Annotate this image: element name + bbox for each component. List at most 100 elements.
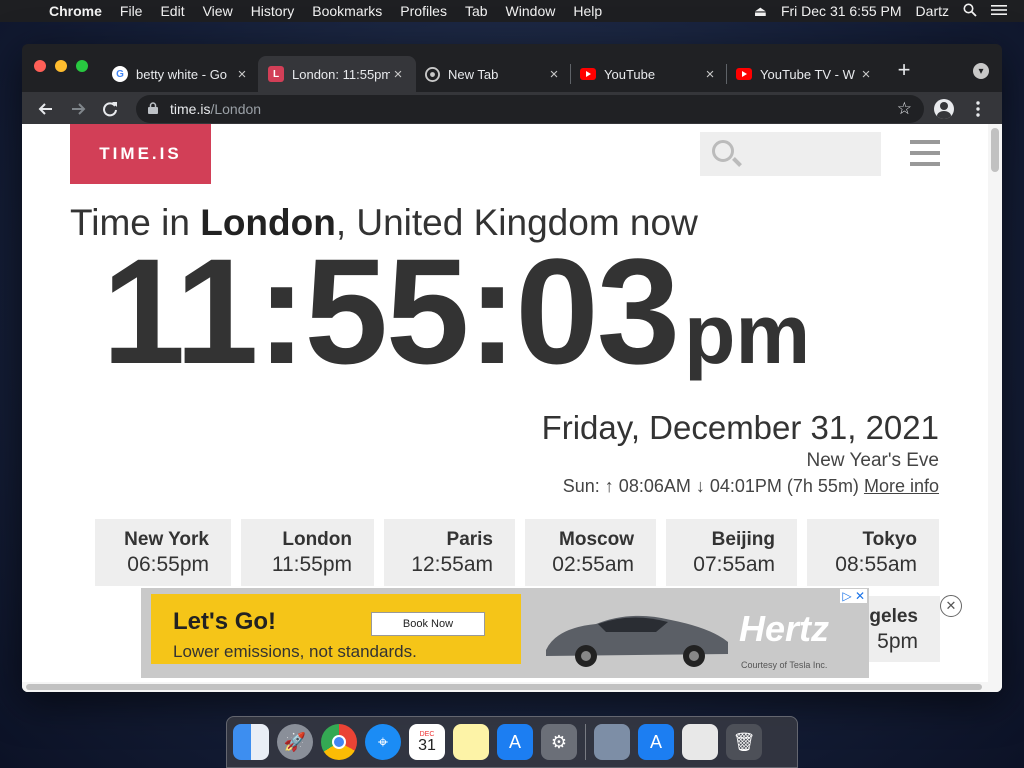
city-card-moscow[interactable]: Moscow 02:55am: [525, 519, 656, 586]
forward-button[interactable]: [64, 95, 92, 123]
city-card-beijing[interactable]: Beijing 07:55am: [666, 519, 797, 586]
app-store-download-icon[interactable]: A: [638, 724, 674, 760]
tab-search-icon[interactable]: ▾: [973, 63, 989, 79]
system-preferences-icon[interactable]: ⚙: [541, 724, 577, 760]
page-viewport: TIME.IS Time in London, United Kingdom n…: [22, 124, 1002, 692]
tab-youtube[interactable]: YouTube ×: [570, 56, 728, 92]
trash-icon[interactable]: 🗑: [726, 724, 762, 760]
preview-image-icon[interactable]: [594, 724, 630, 760]
timeis-icon: L: [268, 66, 284, 82]
browser-toolbar: time.is/London ☆: [22, 92, 1002, 126]
tab-title: betty white - Go: [136, 66, 228, 82]
menu-help[interactable]: Help: [564, 3, 611, 19]
ad-title: Let's Go!: [173, 608, 277, 635]
tab-title: New Tab: [448, 66, 499, 82]
kebab-menu-icon[interactable]: [964, 95, 992, 123]
menu-view[interactable]: View: [194, 3, 242, 19]
launchpad-icon[interactable]: 🚀: [277, 724, 313, 760]
url-host: time.is: [170, 101, 211, 117]
menu-edit[interactable]: Edit: [151, 3, 193, 19]
eject-icon[interactable]: ⏏: [747, 3, 774, 20]
youtube-icon: [736, 66, 752, 82]
ad-courtesy: Courtesy of Tesla Inc.: [741, 660, 828, 670]
search-icon: [712, 140, 734, 162]
safari-icon[interactable]: ⌖: [365, 724, 401, 760]
current-date: Friday, December 31, 2021: [541, 409, 939, 446]
city-card-new-york[interactable]: New York 06:55pm: [95, 519, 231, 586]
scrollbar-thumb[interactable]: [26, 684, 982, 690]
menu-tab[interactable]: Tab: [456, 3, 497, 19]
tab-london-timeis[interactable]: L London: 11:55pm ×: [258, 56, 416, 92]
tab-new-tab[interactable]: New Tab ×: [414, 56, 572, 92]
control-center-icon[interactable]: [984, 3, 1014, 19]
city-card-los-angeles[interactable]: geles 5pm: [860, 596, 940, 662]
reload-button[interactable]: [96, 95, 124, 123]
window-maximize-button[interactable]: [76, 60, 88, 72]
menu-app-name[interactable]: Chrome: [40, 3, 111, 19]
hamburger-menu-icon[interactable]: [910, 140, 940, 166]
city-time: 11:55pm: [271, 553, 352, 576]
menubar-user[interactable]: Dartz: [909, 3, 956, 19]
ad-close-button[interactable]: ✕: [940, 595, 962, 617]
tab-close-icon[interactable]: ×: [390, 66, 406, 83]
window-minimize-button[interactable]: [55, 60, 67, 72]
back-button[interactable]: [32, 95, 60, 123]
menubar-clock[interactable]: Fri Dec 31 6:55 PM: [774, 3, 909, 19]
menubar-status-area: ⏏ Fri Dec 31 6:55 PM Dartz: [747, 3, 1024, 20]
tab-close-icon[interactable]: ×: [234, 66, 250, 83]
spotlight-search-icon[interactable]: [956, 3, 984, 20]
menu-profiles[interactable]: Profiles: [391, 3, 456, 19]
site-logo[interactable]: TIME.IS: [70, 124, 211, 184]
youtube-icon: [580, 66, 596, 82]
sun-text: Sun: ↑ 08:06AM ↓ 04:01PM (7h 55m): [562, 476, 859, 496]
document-file-icon[interactable]: [682, 724, 718, 760]
bookmark-star-icon[interactable]: ☆: [897, 99, 912, 119]
city-card-paris[interactable]: Paris 12:55am: [384, 519, 515, 586]
tab-close-icon[interactable]: ×: [858, 66, 874, 83]
holiday-label: New Year's Eve: [806, 450, 939, 471]
chrome-icon[interactable]: [321, 724, 357, 760]
adchoices-icon[interactable]: ▷ ✕: [840, 589, 867, 603]
tab-title: YouTube: [604, 66, 656, 82]
tab-close-icon[interactable]: ×: [546, 66, 562, 83]
city-card-tokyo[interactable]: Tokyo 08:55am: [807, 519, 939, 586]
menu-history[interactable]: History: [242, 3, 304, 19]
app-store-icon[interactable]: A: [497, 724, 533, 760]
tab-close-icon[interactable]: ×: [702, 66, 718, 83]
scrollbar-thumb[interactable]: [991, 128, 999, 172]
horizontal-scrollbar[interactable]: [22, 682, 988, 692]
menu-file[interactable]: File: [111, 3, 152, 19]
finder-icon[interactable]: [233, 724, 269, 760]
tab-title: London: 11:55pm: [292, 66, 390, 82]
city-card-london[interactable]: London 11:55pm: [241, 519, 374, 586]
main-clock: 11:55:03pm: [102, 236, 810, 386]
window-close-button[interactable]: [34, 60, 46, 72]
tab-title: YouTube TV - W: [760, 66, 855, 82]
url-path: /London: [210, 101, 262, 117]
city-name: Moscow: [559, 529, 634, 550]
tab-youtube-tv[interactable]: YouTube TV - W ×: [726, 56, 884, 92]
city-time: 08:55am: [835, 553, 917, 576]
profile-avatar-icon[interactable]: [930, 95, 958, 123]
ad-book-now-button[interactable]: Book Now: [371, 612, 485, 636]
lock-icon[interactable]: [148, 101, 160, 117]
city-time: 06:55pm: [127, 553, 209, 576]
city-time: 02:55am: [552, 553, 634, 576]
menu-window[interactable]: Window: [497, 3, 565, 19]
city-name: Paris: [446, 529, 493, 550]
sun-times: Sun: ↑ 08:06AM ↓ 04:01PM (7h 55m) More i…: [563, 476, 939, 497]
new-tab-button[interactable]: +: [890, 56, 918, 84]
ad-banner[interactable]: Let's Go! Lower emissions, not standards…: [141, 588, 869, 678]
clock-ampm: pm: [684, 287, 811, 381]
site-search-input[interactable]: [700, 132, 881, 176]
more-info-link[interactable]: More info: [864, 476, 939, 496]
calendar-icon[interactable]: DEC 31: [409, 724, 445, 760]
menu-bookmarks[interactable]: Bookmarks: [303, 3, 391, 19]
tab-betty-white[interactable]: G betty white - Go ×: [102, 56, 260, 92]
vertical-scrollbar[interactable]: [988, 124, 1002, 692]
notes-icon[interactable]: [453, 724, 489, 760]
address-bar[interactable]: time.is/London ☆: [136, 95, 924, 123]
ad-brand-logo: Hertz: [739, 608, 830, 649]
clock-time: 11:55:03: [102, 227, 680, 395]
city-time: 07:55am: [693, 553, 775, 576]
